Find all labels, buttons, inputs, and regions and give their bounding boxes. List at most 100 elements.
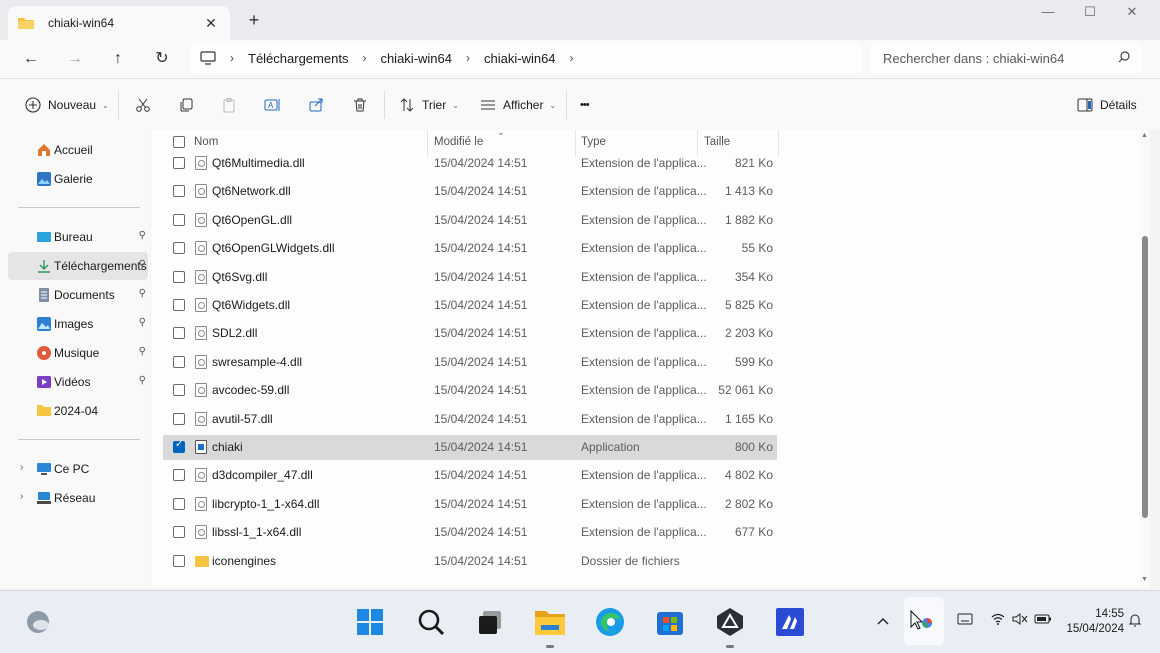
select-all-checkbox[interactable] (173, 136, 185, 148)
row-checkbox[interactable] (173, 555, 185, 567)
maximize-button[interactable]: ☐ (1076, 4, 1104, 20)
expand-chevron-icon[interactable]: › (20, 462, 23, 473)
search-field[interactable]: Rechercher dans : chiaki-win64 (870, 43, 1142, 73)
breadcrumb-item-chiaki-win64-inner[interactable]: chiaki-win64 (484, 51, 556, 66)
file-explorer-app[interactable] (532, 604, 568, 640)
table-row[interactable]: Qt6Svg.dll 15/04/2024 14:51 Extension de l… (163, 265, 777, 290)
close-tab-icon[interactable]: ✕ (202, 15, 220, 32)
close-window-button[interactable]: ✕ (1118, 4, 1146, 20)
sidebar-item-images[interactable]: Images ⚲ (8, 310, 148, 338)
battery-icon[interactable] (1034, 613, 1052, 628)
store-app[interactable] (652, 604, 688, 640)
table-row[interactable]: Qt6Network.dll 15/04/2024 14:51 Extension … (163, 179, 777, 204)
vertical-scrollbar-thumb[interactable] (1142, 236, 1148, 518)
table-row[interactable]: libssl-1_1-x64.dll 15/04/2024 14:51 Extens… (163, 520, 777, 545)
breadcrumb-expand-chevron[interactable]: › (570, 51, 574, 65)
column-header-modified[interactable]: Modifié le (434, 136, 483, 148)
sidebar-item-telechargements[interactable]: Téléchargements ⚲ (8, 252, 148, 280)
sidebar-item-2024-04[interactable]: 2024-04 (8, 397, 148, 425)
breadcrumb[interactable]: › Téléchargements › chiaki-win64 › chiak… (190, 43, 862, 73)
up-button[interactable]: ↑ (107, 48, 129, 70)
weather-widget[interactable] (20, 604, 56, 640)
row-checkbox[interactable] (173, 413, 185, 425)
sidebar-item-videos[interactable]: Vidéos ⚲ (8, 368, 148, 396)
refresh-button[interactable]: ↻ (151, 48, 173, 70)
wifi-icon[interactable] (991, 613, 1005, 628)
table-row[interactable]: iconengines 15/04/2024 14:51 Dossier de fi… (163, 549, 777, 574)
table-row[interactable]: SDL2.dll 15/04/2024 14:51 Extension de l'a… (163, 321, 777, 346)
scroll-up-icon[interactable]: ▲ (1141, 132, 1148, 139)
row-checkbox[interactable] (173, 157, 185, 169)
row-checkbox[interactable] (173, 299, 185, 311)
sidebar-item-galerie[interactable]: Galerie (8, 165, 148, 193)
table-row[interactable]: d3dcompiler_47.dll 15/04/2024 14:51 Extens… (163, 463, 777, 488)
show-hidden-icons-chevron[interactable] (877, 613, 889, 628)
row-checkbox[interactable] (173, 384, 185, 396)
sidebar-item-accueil[interactable]: Accueil (8, 136, 148, 164)
delete-button[interactable] (351, 93, 369, 117)
table-row[interactable]: libcrypto-1_1-x64.dll 15/04/2024 14:51 Ext… (163, 492, 777, 517)
row-checkbox[interactable] (173, 214, 185, 226)
share-button[interactable] (307, 93, 325, 117)
edge-app[interactable] (592, 604, 628, 640)
windows-logo-icon (357, 609, 383, 635)
breadcrumb-item-chiaki-win64[interactable]: chiaki-win64 (380, 51, 452, 66)
table-row[interactable]: swresample-4.dll 15/04/2024 14:51 Extensio… (163, 350, 777, 375)
sidebar-item-ce-pc[interactable]: › Ce PC (8, 455, 148, 483)
row-checkbox[interactable] (173, 242, 185, 254)
new-tab-button[interactable]: + (244, 10, 264, 31)
sidebar-item-documents[interactable]: Documents ⚲ (8, 281, 148, 309)
chiaki-app[interactable] (712, 604, 748, 640)
keyboard-icon[interactable] (957, 613, 973, 628)
scroll-down-icon[interactable]: ▼ (1141, 576, 1148, 583)
back-button[interactable]: ← (20, 48, 42, 70)
view-button[interactable]: Afficher ⌄ (479, 93, 556, 117)
volume-muted-icon[interactable] (1012, 613, 1028, 628)
copy-button[interactable] (177, 93, 195, 117)
search-button[interactable] (413, 604, 449, 640)
sidebar-item-reseau[interactable]: › Réseau (8, 484, 148, 512)
table-row[interactable]: Qt6Multimedia.dll 15/04/2024 14:51 Extensi… (163, 151, 777, 176)
breadcrumb-item-telechargements[interactable]: Téléchargements (248, 51, 348, 66)
new-button[interactable]: Nouveau ⌄ (24, 93, 109, 117)
row-checkbox[interactable] (173, 469, 185, 481)
row-checkbox[interactable] (173, 356, 185, 368)
column-divider[interactable] (778, 130, 779, 156)
column-header-type[interactable]: Type (581, 136, 606, 148)
tab-chiaki-win64[interactable]: chiaki-win64 ✕ (8, 6, 230, 40)
table-row[interactable]: avcodec-59.dll 15/04/2024 14:51 Extension … (163, 378, 777, 403)
sort-button[interactable]: Trier ⌄ (398, 93, 459, 117)
notifications-bell-icon[interactable] (1128, 613, 1142, 630)
table-row[interactable]: avutil-57.dll 15/04/2024 14:51 Extension d… (163, 407, 777, 432)
table-row[interactable]: Qt6OpenGLWidgets.dll 15/04/2024 14:51 Exte… (163, 236, 777, 261)
row-checkbox[interactable] (173, 271, 185, 283)
pc-icon[interactable] (200, 51, 216, 65)
tray-app-highlight[interactable] (904, 597, 944, 645)
file-modified-date: 15/04/2024 14:51 (434, 298, 528, 312)
cut-button[interactable] (134, 93, 152, 117)
more-options-button[interactable]: ••• (580, 93, 590, 117)
table-row[interactable]: Qt6Widgets.dll 15/04/2024 14:51 Extension … (163, 293, 777, 318)
vscode-app[interactable] (772, 604, 808, 640)
clock[interactable]: 14:55 15/04/2024 (1060, 607, 1124, 637)
table-row[interactable]: chiaki 15/04/2024 14:51 Application 800 Ko (163, 435, 777, 460)
minimize-button[interactable]: — (1034, 4, 1062, 19)
row-checkbox[interactable] (173, 526, 185, 538)
task-view-button[interactable] (472, 604, 508, 640)
start-button[interactable] (352, 604, 388, 640)
table-row[interactable]: Qt6OpenGL.dll 15/04/2024 14:51 Extension d… (163, 208, 777, 233)
row-checkbox[interactable] (173, 439, 185, 453)
column-header-size[interactable]: Taille (704, 136, 730, 148)
row-checkbox[interactable] (173, 498, 185, 510)
paste-button[interactable] (220, 93, 238, 117)
details-button[interactable]: Détails (1076, 93, 1137, 117)
row-checkbox[interactable] (173, 185, 185, 197)
sidebar-item-musique[interactable]: Musique ⚲ (8, 339, 148, 367)
rename-button[interactable]: A (264, 93, 282, 117)
row-checkbox[interactable] (173, 327, 185, 339)
column-header-name[interactable]: Nom (194, 136, 218, 148)
sidebar-item-bureau[interactable]: Bureau ⚲ (8, 223, 148, 251)
file-name: Qt6Svg.dll (212, 270, 268, 284)
forward-button[interactable]: → (64, 48, 86, 70)
expand-chevron-icon[interactable]: › (20, 491, 23, 502)
